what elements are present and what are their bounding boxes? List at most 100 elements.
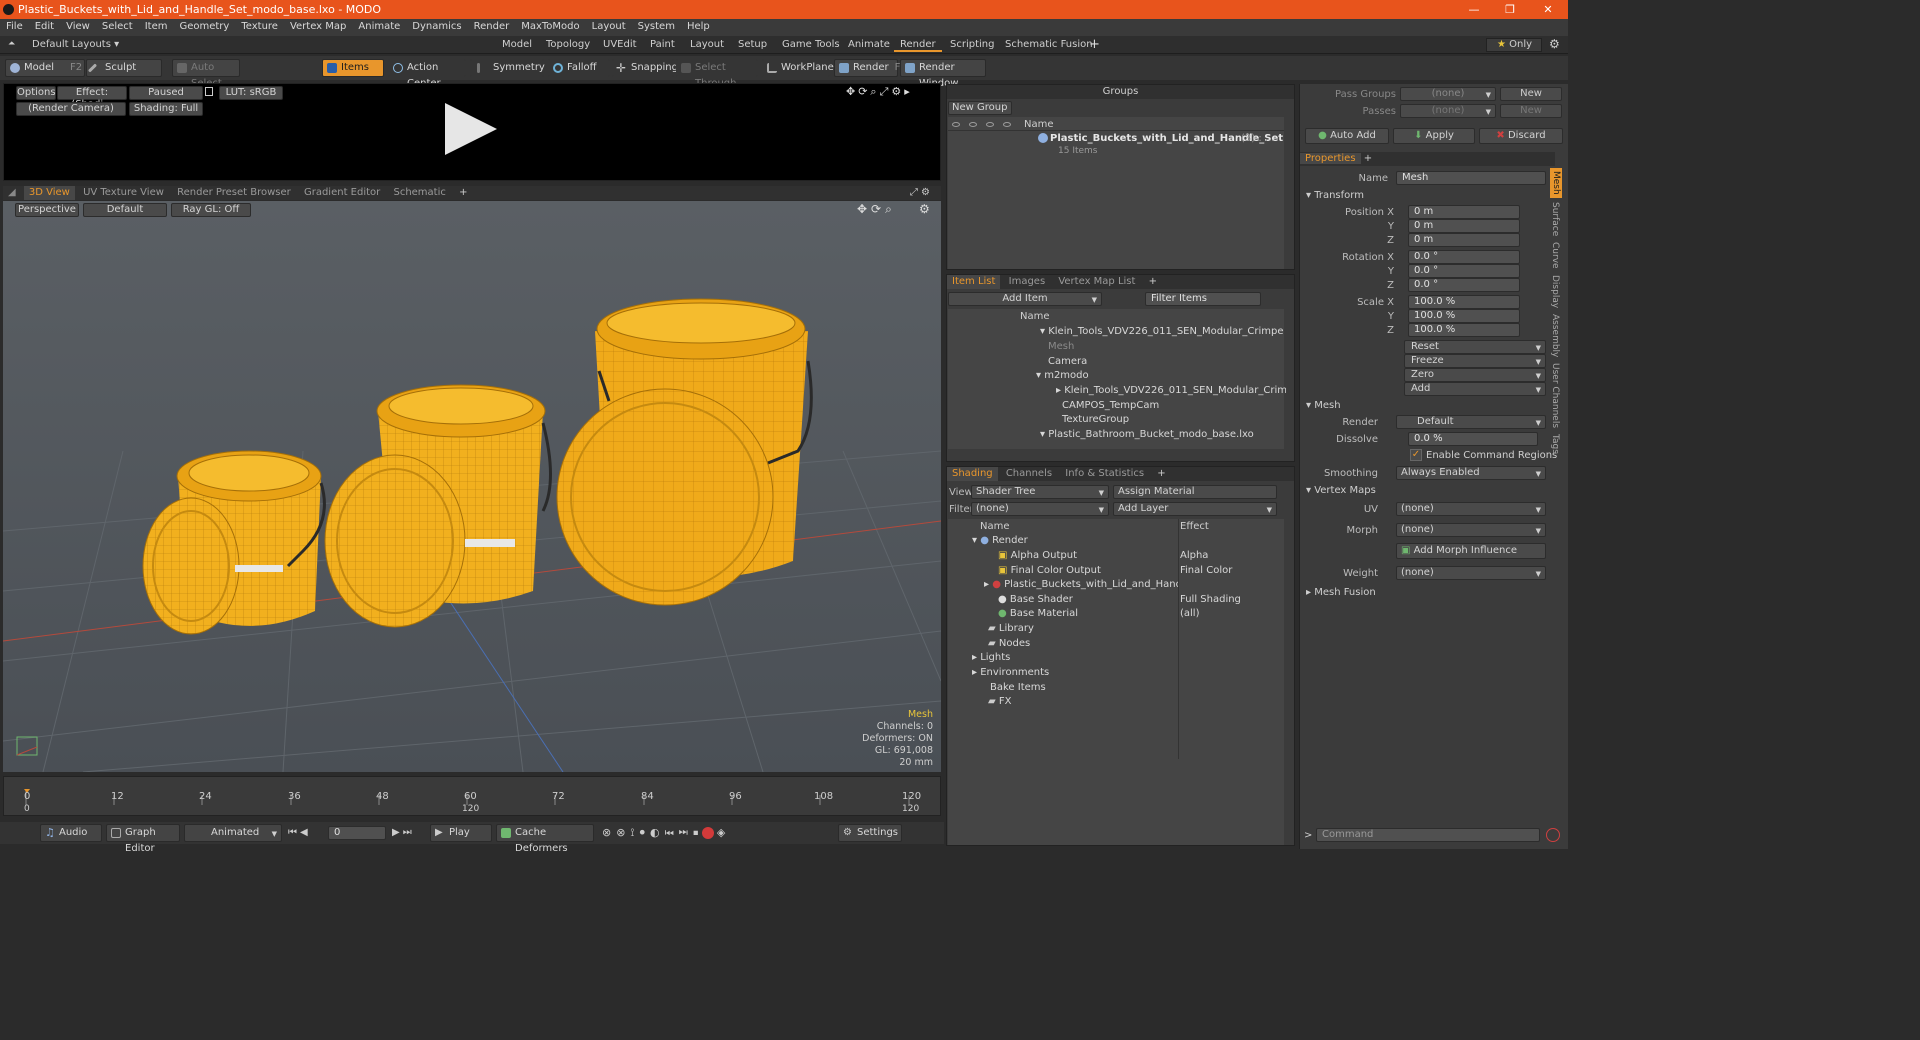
tab-render[interactable]: Render (894, 38, 942, 52)
add-layer-dropdown[interactable]: Add Layer (1113, 502, 1277, 516)
shader-row[interactable]: Bake Items (990, 681, 1046, 696)
menu-dynamics[interactable]: Dynamics (406, 19, 467, 32)
play-icon[interactable] (445, 103, 497, 155)
menu-vertex-map[interactable]: Vertex Map (284, 19, 352, 32)
tab-game-tools[interactable]: Game Tools (776, 38, 846, 52)
viewport-settings-icon[interactable]: ⚙ (919, 202, 930, 216)
action-center-button[interactable]: Action Center (388, 59, 466, 89)
model-mode-button[interactable]: Model F2 (5, 59, 85, 77)
cache-deformers-button[interactable]: Cache Deformers (496, 824, 594, 854)
frame-input[interactable]: 0 (328, 826, 386, 840)
tab-schematic-fusion[interactable]: Schematic Fusion (999, 38, 1099, 52)
menu-maxtomodo[interactable]: MaxToModo (515, 19, 585, 32)
add-morph-influence-button[interactable]: ▣ Add Morph Influence (1396, 543, 1546, 559)
uv-dropdown[interactable]: (none) (1396, 502, 1546, 516)
command-regions-checkbox[interactable]: ✓ (1410, 449, 1422, 461)
graph-editor-button[interactable]: Graph Editor (106, 824, 180, 854)
tab-setup[interactable]: Setup (732, 38, 773, 52)
shader-row[interactable]: ▰ FX (988, 695, 1012, 710)
menu-render[interactable]: Render (468, 19, 516, 32)
tab-channels[interactable]: Channels (1001, 467, 1057, 481)
workplane-button[interactable]: WorkPlane (762, 59, 834, 77)
add-dropdown[interactable]: Add (1404, 382, 1546, 396)
discard-button[interactable]: ✖ Discard (1479, 128, 1563, 144)
tab-uvedit[interactable]: UVEdit (597, 38, 643, 52)
preview-controls[interactable]: ✥⟳⌕⤢⚙▸ (846, 85, 913, 99)
list-item[interactable]: ▾ Plastic_Bathroom_Bucket_modo_base.lxo (1040, 428, 1254, 443)
new-pass-button[interactable]: New (1500, 104, 1562, 118)
tab-gradient-editor[interactable]: Gradient Editor (299, 186, 385, 200)
list-item[interactable]: CAMPOS_TempCam (1062, 399, 1159, 414)
effect-dropdown[interactable]: Effect: (Shadi... (57, 86, 127, 110)
position-x-field[interactable]: 0 m (1408, 205, 1520, 219)
morph-dropdown[interactable]: (none) (1396, 523, 1546, 537)
record-icon[interactable] (702, 827, 714, 839)
preview-options-button[interactable]: Options (16, 86, 56, 100)
restore-icon[interactable]: ❐ (1496, 1, 1524, 18)
viewport-nav-icons[interactable]: ✥⟳⌕ (857, 202, 896, 217)
shader-row[interactable]: ▰ Library (988, 622, 1034, 637)
reset-dropdown[interactable]: Reset (1404, 340, 1546, 354)
close-icon[interactable]: ✕ (1534, 1, 1562, 18)
menu-layout[interactable]: Layout (586, 19, 632, 32)
filter-items-input[interactable]: Filter Items (1145, 292, 1261, 306)
mesh-section[interactable]: ▾ Mesh (1306, 400, 1341, 411)
properties-tab[interactable]: Properties (1300, 153, 1361, 164)
layouts-icon[interactable]: ⏶ (8, 39, 15, 49)
default-style-dropdown[interactable]: Default (83, 203, 167, 217)
side-tab-tags[interactable]: Tags (1550, 434, 1560, 454)
new-group-button[interactable]: New Group (948, 101, 1012, 115)
command-input[interactable]: Command (1316, 828, 1540, 842)
tab-3d-view[interactable]: 3D View (23, 186, 75, 200)
position-z-field[interactable]: 0 m (1408, 233, 1520, 247)
tab-schematic[interactable]: Schematic (388, 186, 450, 200)
add-view-tab-icon[interactable]: + (454, 186, 472, 200)
weight-dropdown[interactable]: (none) (1396, 566, 1546, 580)
side-tab-display[interactable]: Display (1550, 275, 1560, 308)
shader-row[interactable]: ▰ Nodes (988, 637, 1030, 652)
side-tab-assembly[interactable]: Assembly (1550, 314, 1560, 357)
add-properties-tab-icon[interactable]: + (1364, 153, 1372, 164)
add-shading-tab-icon[interactable]: + (1152, 467, 1170, 481)
perspective-dropdown[interactable]: Perspective (15, 203, 79, 217)
menu-view[interactable]: View (60, 19, 96, 32)
play-button[interactable]: ▶ Play (430, 824, 492, 842)
list-item[interactable]: ▾ m2modo (1036, 369, 1089, 384)
side-tab-user-channels[interactable]: User Channels (1550, 363, 1560, 428)
pass-groups-dropdown[interactable]: (none) (1400, 87, 1496, 101)
default-layouts-dropdown[interactable]: Default Layouts ▾ (32, 39, 119, 50)
raygl-dropdown[interactable]: Ray GL: Off (171, 203, 251, 217)
menu-system[interactable]: System (632, 19, 681, 32)
list-item[interactable]: TextureGroup (1062, 413, 1129, 428)
filter-dropdown[interactable]: (none) (971, 502, 1109, 516)
step-back-icons[interactable]: ⏮◀ (288, 827, 311, 838)
sculpt-button[interactable]: Sculpt (86, 59, 162, 77)
tab-images[interactable]: Images (1004, 275, 1051, 289)
3d-viewport[interactable]: Perspective Default Ray GL: Off ✥⟳⌕ ⚙ Me… (3, 201, 941, 772)
shader-effect[interactable]: Full Shading (1180, 593, 1241, 608)
auto-select-button[interactable]: Auto Select (172, 59, 240, 89)
tab-model[interactable]: Model (496, 38, 538, 52)
items-mode-button[interactable]: Items (322, 59, 384, 77)
tab-layout[interactable]: Layout (684, 38, 730, 52)
tab-animate[interactable]: Animate (842, 38, 896, 52)
only-button[interactable]: ★ Only (1486, 38, 1542, 52)
shader-effect[interactable]: (all) (1180, 607, 1200, 622)
rotation-y-field[interactable]: 0.0 ° (1408, 264, 1520, 278)
scale-y-field[interactable]: 100.0 % (1408, 309, 1520, 323)
rotation-z-field[interactable]: 0.0 ° (1408, 278, 1520, 292)
scale-z-field[interactable]: 100.0 % (1408, 323, 1520, 337)
shader-row[interactable]: ● Base Shader (998, 593, 1073, 608)
vertex-maps-section[interactable]: ▾ Vertex Maps (1306, 485, 1376, 496)
add-item-dropdown[interactable]: Add Item (948, 292, 1102, 306)
snapping-button[interactable]: ✛ Snapping (612, 59, 678, 77)
tab-uv-texture-view[interactable]: UV Texture View (78, 186, 169, 200)
shader-row[interactable]: ▣ Final Color Output (998, 564, 1101, 579)
render-camera-dropdown[interactable]: (Render Camera) (16, 102, 126, 116)
new-pass-group-button[interactable]: New (1500, 87, 1562, 101)
settings-button[interactable]: ⚙ Settings (838, 824, 902, 842)
timeline[interactable]: 0 12 24 36 48 60 72 84 96 108 120 0 120 … (3, 776, 941, 816)
scale-x-field[interactable]: 100.0 % (1408, 295, 1520, 309)
step-forward-icons[interactable]: ▶⏭ (392, 827, 415, 838)
menu-geometry[interactable]: Geometry (173, 19, 235, 32)
